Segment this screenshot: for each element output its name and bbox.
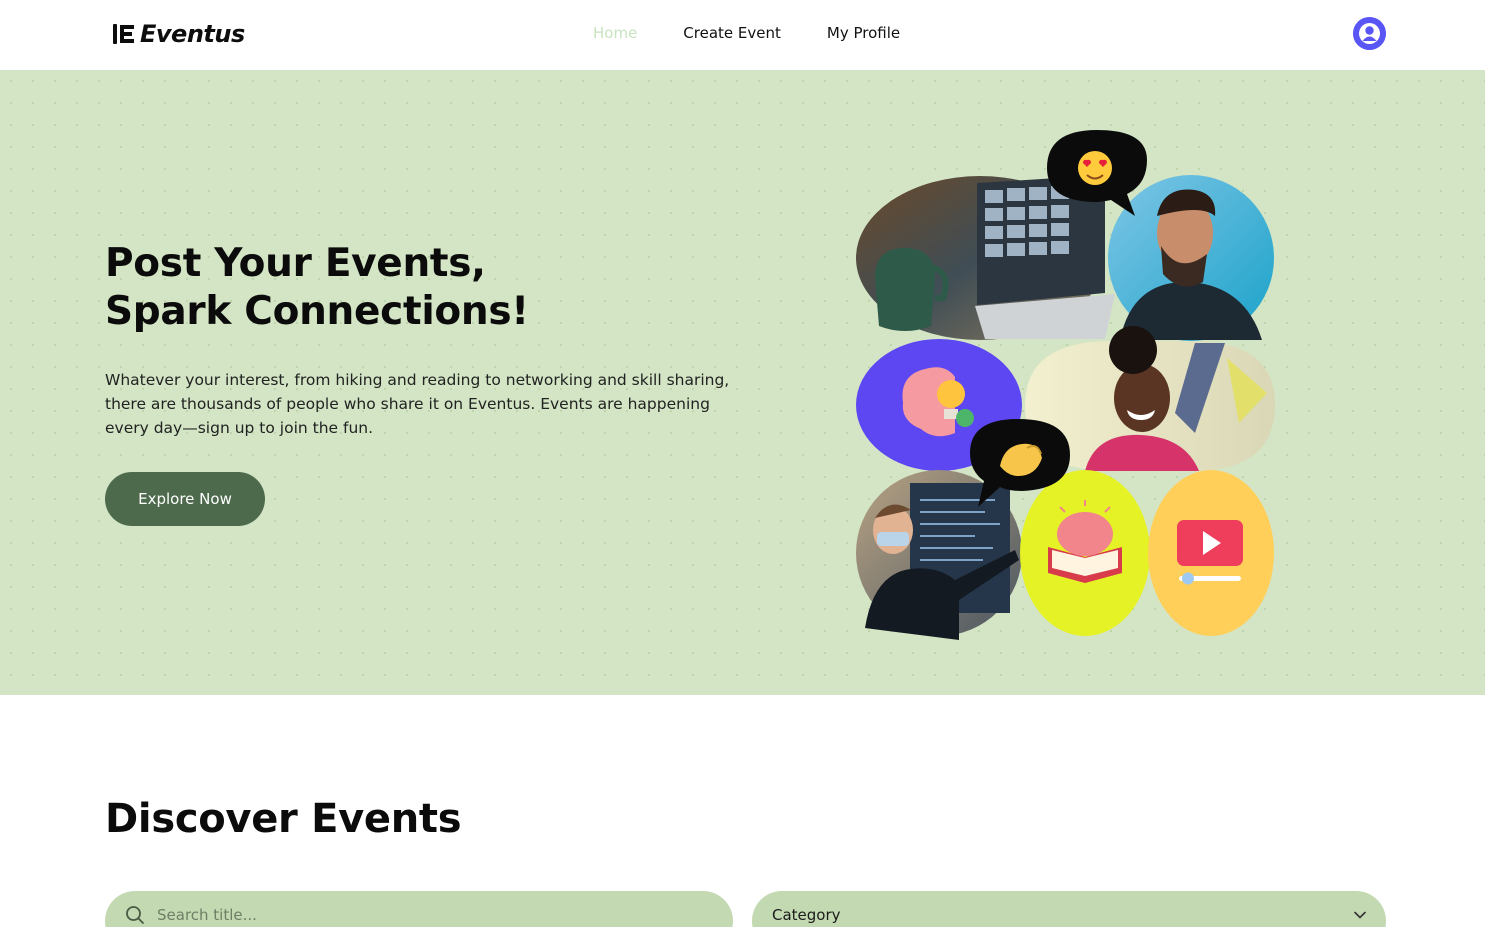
- hero-description: Whatever your interest, from hiking and …: [105, 371, 730, 437]
- hero-title: Post Your Events, Spark Connections!: [105, 240, 529, 336]
- brand-name: Eventus: [140, 20, 245, 48]
- hero-collage: [855, 128, 1280, 648]
- explore-now-button[interactable]: Explore Now: [105, 472, 265, 526]
- eventus-logo-icon: [113, 24, 134, 44]
- search-title-input[interactable]: [157, 906, 697, 924]
- brain-book-icon: [1020, 470, 1150, 636]
- discover-events-title: Discover Events: [105, 796, 462, 842]
- hero-section: Post Your Events, Spark Connections! Wha…: [0, 70, 1485, 695]
- main-nav: Home Create Event My Profile: [593, 22, 900, 44]
- nav-my-profile[interactable]: My Profile: [827, 22, 900, 44]
- hero-title-line-2: Spark Connections!: [105, 289, 529, 334]
- search-icon: [126, 906, 144, 924]
- video-player-icon: [1148, 470, 1274, 636]
- laughing-man-photo: [1108, 175, 1274, 341]
- category-select[interactable]: Category: [752, 891, 1386, 927]
- user-avatar[interactable]: [1353, 17, 1386, 50]
- category-select-label: Category: [772, 906, 841, 924]
- top-header: Eventus Home Create Event My Profile: [0, 0, 1485, 70]
- brand-logo[interactable]: Eventus: [112, 18, 245, 50]
- user-icon: [1353, 17, 1386, 50]
- search-field[interactable]: [105, 891, 733, 927]
- presenter-photo: [856, 470, 1022, 640]
- hero-title-line-1: Post Your Events,: [105, 241, 486, 286]
- nav-create-event[interactable]: Create Event: [683, 22, 781, 44]
- chevron-down-icon: [1354, 911, 1366, 919]
- nav-home[interactable]: Home: [593, 22, 637, 44]
